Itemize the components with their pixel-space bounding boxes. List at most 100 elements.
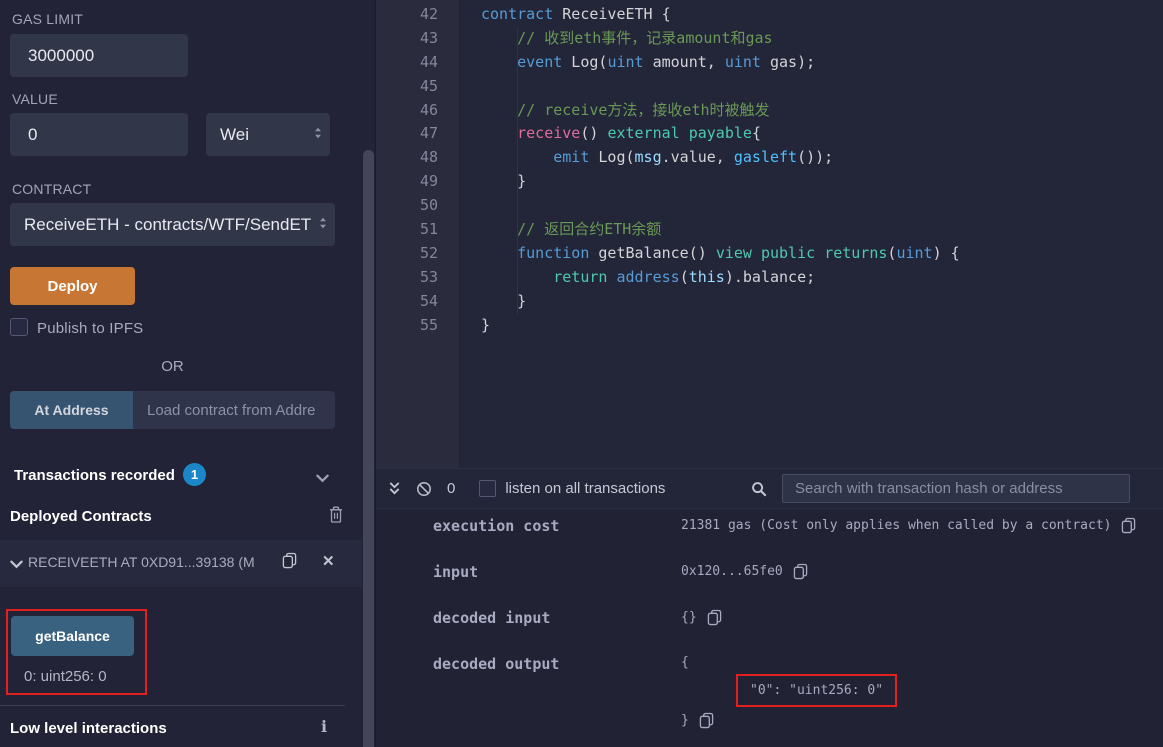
- sidebar-scrollbar[interactable]: [362, 0, 375, 747]
- search-icon[interactable]: [751, 481, 767, 497]
- contract-select[interactable]: ReceiveETH - contracts/WTF/SendET: [10, 203, 335, 246]
- chevron-down-icon[interactable]: [10, 556, 23, 574]
- code-line[interactable]: 50: [376, 194, 1163, 218]
- code-line[interactable]: 48 emit Log(msg.value, gasleft());: [376, 146, 1163, 170]
- code-token: // receive方法，接收eth时被触发: [481, 101, 770, 119]
- code-token: returns: [824, 244, 887, 262]
- terminal-row: input0x120...65fe0: [433, 563, 1163, 581]
- line-number[interactable]: 44: [376, 51, 459, 75]
- copy-icon[interactable]: [282, 552, 297, 574]
- terminal-row: execution cost21381 gas (Cost only appli…: [433, 517, 1163, 535]
- terminal-value-text: {}: [681, 610, 697, 625]
- code-text[interactable]: [459, 75, 481, 99]
- listen-label: listen on all transactions: [505, 480, 665, 497]
- code-token: }: [481, 292, 526, 310]
- code-text[interactable]: receive() external payable{: [459, 122, 761, 146]
- publish-ipfs-label: Publish to IPFS: [37, 320, 143, 337]
- terminal-search-input[interactable]: [782, 474, 1130, 503]
- line-number[interactable]: 42: [376, 3, 459, 27]
- terminal-toolbar: 0 listen on all transactions: [376, 469, 1163, 509]
- line-number[interactable]: 55: [376, 314, 459, 338]
- line-number[interactable]: 43: [376, 27, 459, 51]
- line-number[interactable]: 45: [376, 75, 459, 99]
- code-text[interactable]: return address(this).balance;: [459, 266, 815, 290]
- line-number[interactable]: 49: [376, 170, 459, 194]
- chevron-down-icon[interactable]: [316, 470, 329, 488]
- code-line[interactable]: 44 event Log(uint amount, uint gas);: [376, 51, 1163, 75]
- code-line[interactable]: 49 }: [376, 170, 1163, 194]
- clear-console-icon[interactable]: [416, 481, 432, 497]
- terminal-value-text: 0x120...65fe0: [681, 564, 783, 579]
- value-unit-select[interactable]: Wei: [206, 113, 330, 156]
- code-lines[interactable]: 42contract ReceiveETH {43 // 收到eth事件，记录a…: [376, 3, 1163, 337]
- copy-icon[interactable]: [699, 712, 714, 729]
- publish-ipfs-checkbox[interactable]: [10, 318, 28, 336]
- code-line[interactable]: 54 }: [376, 290, 1163, 314]
- code-token: function: [517, 244, 589, 262]
- close-icon[interactable]: ✕: [322, 552, 335, 570]
- line-number[interactable]: 53: [376, 266, 459, 290]
- info-icon[interactable]: i: [321, 717, 327, 736]
- at-address-button[interactable]: At Address: [10, 391, 133, 429]
- code-text[interactable]: [459, 194, 481, 218]
- code-text[interactable]: // receive方法，接收eth时被触发: [459, 99, 770, 123]
- code-token: gasleft: [734, 148, 797, 166]
- line-number[interactable]: 46: [376, 99, 459, 123]
- code-token: this: [689, 268, 725, 286]
- code-line[interactable]: 43 // 收到eth事件，记录amount和gas: [376, 27, 1163, 51]
- terminal-rows: execution cost21381 gas (Cost only appli…: [376, 509, 1163, 747]
- spinner-icon: [319, 215, 327, 235]
- code-token: [481, 244, 517, 262]
- scrollbar-thumb[interactable]: [363, 150, 374, 747]
- code-text[interactable]: }: [459, 290, 526, 314]
- at-address-input[interactable]: [133, 391, 335, 429]
- code-token: {: [752, 124, 761, 142]
- line-number[interactable]: 48: [376, 146, 459, 170]
- listen-checkbox[interactable]: [479, 480, 496, 497]
- code-line[interactable]: 47 receive() external payable{: [376, 122, 1163, 146]
- copy-icon[interactable]: [793, 563, 808, 580]
- value-input[interactable]: [10, 113, 188, 156]
- spinner-icon: [314, 125, 322, 145]
- trash-icon[interactable]: [329, 506, 343, 528]
- line-number[interactable]: 52: [376, 242, 459, 266]
- line-number[interactable]: 54: [376, 290, 459, 314]
- deployed-instance-title: RECEIVEETH AT 0XD91...39138 (M: [28, 554, 276, 570]
- code-text[interactable]: contract ReceiveETH {: [459, 3, 671, 27]
- code-text[interactable]: emit Log(msg.value, gasleft());: [459, 146, 833, 170]
- code-line[interactable]: 52 function getBalance() view public ret…: [376, 242, 1163, 266]
- code-line[interactable]: 42contract ReceiveETH {: [376, 3, 1163, 27]
- code-text[interactable]: }: [459, 170, 526, 194]
- code-text[interactable]: event Log(uint amount, uint gas);: [459, 51, 815, 75]
- code-text[interactable]: // 收到eth事件，记录amount和gas: [459, 27, 773, 51]
- expand-terminal-icon[interactable]: [388, 481, 401, 496]
- line-number[interactable]: 50: [376, 194, 459, 218]
- code-text[interactable]: }: [459, 314, 490, 338]
- code-token: msg: [635, 148, 662, 166]
- code-text[interactable]: function getBalance() view public return…: [459, 242, 960, 266]
- code-token: address: [616, 268, 679, 286]
- code-token: event: [517, 53, 562, 71]
- code-line[interactable]: 53 return address(this).balance;: [376, 266, 1163, 290]
- code-token: receive: [517, 124, 580, 142]
- code-line[interactable]: 45: [376, 75, 1163, 99]
- code-token: view: [716, 244, 752, 262]
- line-number[interactable]: 51: [376, 218, 459, 242]
- code-token: (: [680, 268, 689, 286]
- copy-icon[interactable]: [1121, 517, 1136, 534]
- terminal-row-value: {"0": "uint256: 0"}: [681, 655, 897, 729]
- gas-limit-input[interactable]: [10, 34, 188, 77]
- code-text[interactable]: // 返回合约ETH余额: [459, 218, 661, 242]
- code-line[interactable]: 55}: [376, 314, 1163, 338]
- code-line[interactable]: 51 // 返回合约ETH余额: [376, 218, 1163, 242]
- line-number[interactable]: 47: [376, 122, 459, 146]
- code-line[interactable]: 46 // receive方法，接收eth时被触发: [376, 99, 1163, 123]
- code-editor[interactable]: 42contract ReceiveETH {43 // 收到eth事件，记录a…: [375, 0, 1163, 468]
- copy-icon[interactable]: [707, 609, 722, 626]
- code-token: Log(: [589, 148, 634, 166]
- getbalance-button[interactable]: getBalance: [11, 616, 134, 656]
- terminal-row-label: input: [433, 563, 681, 581]
- code-token: amount,: [644, 53, 725, 71]
- code-token: }: [481, 172, 526, 190]
- deploy-button[interactable]: Deploy: [10, 267, 135, 305]
